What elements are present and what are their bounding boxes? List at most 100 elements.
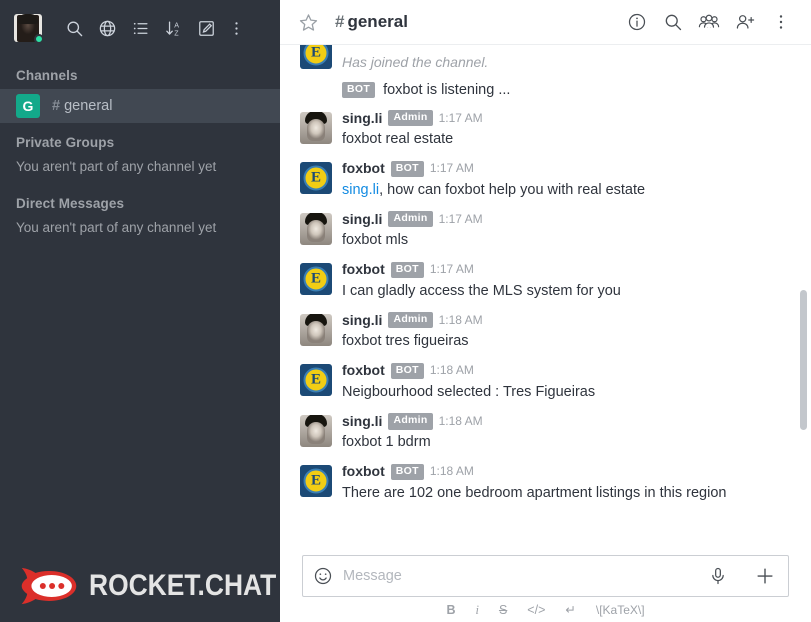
- message-row: sing.li Admin 1:18 AM foxbot tres figuei…: [280, 307, 811, 358]
- bot-inline-text: foxbot is listening ...: [383, 81, 511, 98]
- sidebar-item-general[interactable]: G # general: [0, 89, 280, 123]
- avatar[interactable]: E: [300, 162, 332, 195]
- formatting-toolbar: B i S </> ↵ \[KaTeX\]: [302, 597, 789, 622]
- message-composer: B i S </> ↵ \[KaTeX\]: [280, 546, 811, 622]
- avatar[interactable]: E: [300, 364, 332, 397]
- message-row: sing.li Admin 1:17 AM foxbot real estate: [280, 105, 811, 156]
- message-text: foxbot 1 bdrm: [342, 434, 431, 451]
- create-new-icon[interactable]: [190, 13, 223, 43]
- role-tag: Admin: [388, 312, 433, 329]
- list-icon[interactable]: [124, 13, 157, 43]
- rocketchat-wordmark: ROCKET.CHAT: [89, 569, 277, 602]
- bot-logo-letter: E: [310, 371, 322, 388]
- message-text: I can gladly access the MLS system for y…: [342, 282, 621, 299]
- bot-tag: BOT: [390, 362, 424, 379]
- message-header: sing.li Admin 1:17 AM: [342, 110, 789, 128]
- message-timestamp: 1:18 AM: [438, 312, 483, 327]
- sort-az-icon[interactable]: A Z: [157, 13, 190, 43]
- message-row: E foxbot BOT 1:18 AM There are 102 one b…: [280, 458, 811, 509]
- message-header: foxbot BOT 1:18 AM: [342, 362, 789, 380]
- sidebar-empty-direct-messages: You aren't part of any channel yet: [16, 220, 217, 235]
- emoji-icon[interactable]: [313, 566, 333, 586]
- composer-actions: [708, 565, 776, 587]
- message-scrollbar-thumb[interactable]: [800, 290, 807, 430]
- microphone-icon[interactable]: [708, 566, 728, 586]
- kebab-menu-icon[interactable]: [223, 13, 249, 43]
- message-body: sing.li Admin 1:17 AM foxbot mls: [342, 211, 789, 252]
- channel-title-text: general: [347, 12, 408, 31]
- bot-avatar-image: E: [300, 263, 332, 296]
- avatar[interactable]: [300, 111, 332, 144]
- message-header: foxbot BOT 1:17 AM: [342, 261, 789, 279]
- message-input[interactable]: [343, 567, 698, 584]
- message-username[interactable]: foxbot: [342, 160, 385, 178]
- bot-logo-letter: E: [310, 270, 322, 287]
- message-timestamp: 1:17 AM: [429, 262, 474, 277]
- message-username[interactable]: sing.li: [342, 413, 382, 431]
- current-user-avatar[interactable]: [14, 14, 44, 44]
- plus-icon[interactable]: [754, 565, 776, 587]
- bot-avatar-image: E: [300, 364, 332, 397]
- channel-name-wrap: # general: [52, 98, 112, 114]
- bot-avatar-image: E: [300, 45, 332, 69]
- kebab-menu-icon[interactable]: [765, 6, 797, 38]
- italic-button[interactable]: i: [475, 603, 478, 617]
- search-icon[interactable]: [58, 13, 91, 43]
- strike-button[interactable]: S: [499, 603, 507, 617]
- sidebar-empty-private-groups: You aren't part of any channel yet: [16, 159, 217, 174]
- message-body: sing.li Admin 1:18 AM foxbot 1 bdrm: [342, 413, 789, 454]
- sidebar-toolbar: A Z: [0, 0, 280, 56]
- avatar[interactable]: [300, 212, 332, 245]
- message-text: Neigbourhood selected : Tres Figueiras: [342, 383, 596, 400]
- user-mention-link[interactable]: sing.li: [342, 182, 379, 198]
- message-list: E Has joined the channel. BOT foxbot is …: [280, 45, 811, 509]
- message-username[interactable]: foxbot: [342, 463, 385, 481]
- avatar: E: [300, 45, 332, 69]
- globe-icon[interactable]: [91, 13, 124, 43]
- bot-tag: BOT: [342, 82, 376, 99]
- message-timestamp: 1:17 AM: [438, 110, 483, 125]
- message-username[interactable]: sing.li: [342, 211, 382, 229]
- composer-box[interactable]: [302, 554, 789, 597]
- info-icon[interactable]: [621, 6, 653, 38]
- message-username[interactable]: foxbot: [342, 261, 385, 279]
- message-list-scroll[interactable]: E Has joined the channel. BOT foxbot is …: [280, 45, 811, 547]
- avatar[interactable]: [300, 414, 332, 447]
- katex-button[interactable]: \[KaTeX\]: [596, 604, 645, 616]
- bot-logo-letter: E: [310, 169, 322, 186]
- message-timestamp: 1:18 AM: [429, 363, 474, 378]
- message-body: sing.li Admin 1:17 AM foxbot real estate: [342, 110, 789, 151]
- message-username[interactable]: foxbot: [342, 362, 385, 380]
- bold-button[interactable]: B: [446, 603, 455, 617]
- message-row: sing.li Admin 1:18 AM foxbot 1 bdrm: [280, 408, 811, 459]
- message-row-system: E Has joined the channel.: [280, 45, 811, 78]
- message-username[interactable]: sing.li: [342, 110, 382, 128]
- avatar[interactable]: E: [300, 263, 332, 296]
- search-icon[interactable]: [657, 6, 689, 38]
- message-row: E foxbot BOT 1:17 AM sing.li, how can fo…: [280, 155, 811, 206]
- avatar[interactable]: E: [300, 465, 332, 498]
- role-tag: Admin: [388, 110, 433, 127]
- message-username[interactable]: sing.li: [342, 312, 382, 330]
- members-icon[interactable]: [693, 6, 725, 38]
- code-button[interactable]: </>: [527, 603, 545, 617]
- add-user-icon[interactable]: [729, 6, 761, 38]
- message-timestamp: 1:18 AM: [438, 413, 483, 428]
- bot-logo-letter: E: [310, 472, 322, 489]
- rocketchat-logo: ROCKET.CHAT: [18, 564, 302, 608]
- message-header: foxbot BOT 1:18 AM: [342, 463, 789, 481]
- message-row: E foxbot BOT 1:18 AM Neigbourhood select…: [280, 357, 811, 408]
- sidebar-section-title-private-groups: Private Groups: [16, 135, 115, 150]
- message-timestamp: 1:17 AM: [429, 161, 474, 176]
- avatar[interactable]: [300, 313, 332, 346]
- message-body: foxbot BOT 1:17 AM I can gladly access t…: [342, 261, 789, 302]
- message-body: sing.li Admin 1:18 AM foxbot tres figuei…: [342, 312, 789, 353]
- system-message-text: Has joined the channel.: [342, 54, 489, 70]
- multiline-button[interactable]: ↵: [565, 603, 575, 617]
- header-actions: [621, 6, 797, 38]
- bot-avatar-image: E: [300, 465, 332, 498]
- favorite-star-icon[interactable]: [290, 12, 327, 33]
- user-avatar-image: [300, 212, 332, 245]
- hash-icon: #: [335, 12, 345, 31]
- message-header: sing.li Admin 1:18 AM: [342, 312, 789, 330]
